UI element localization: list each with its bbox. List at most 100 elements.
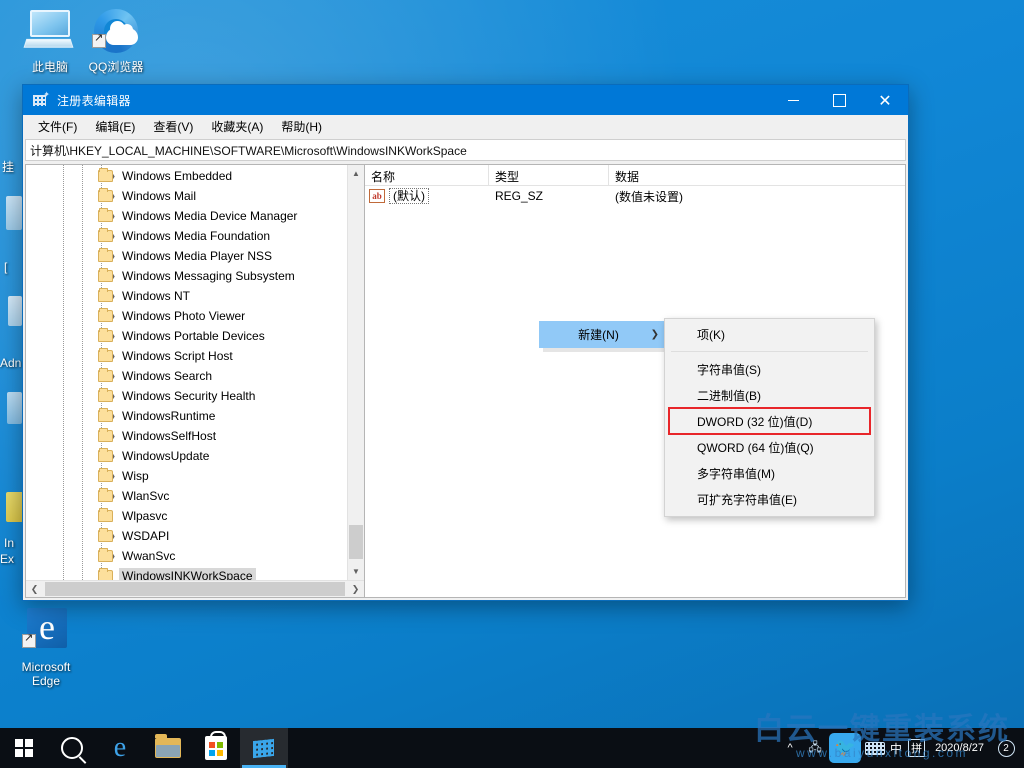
folder-icon xyxy=(98,350,113,362)
tree-item-label: Windows Media Device Manager xyxy=(119,208,300,224)
tree-item[interactable]: ❯Windows NT xyxy=(26,286,347,306)
tree-item[interactable]: ❯Windows Mail xyxy=(26,186,347,206)
clock[interactable]: 2020/8/27 xyxy=(927,742,992,755)
maximize-button[interactable] xyxy=(816,85,862,115)
desktop-icon-qq-browser[interactable]: QQ浏览器 xyxy=(78,8,154,74)
microsoft-edge-icon: e xyxy=(20,608,72,656)
ime-indicator[interactable]: 中 拼 xyxy=(863,739,927,757)
tree-item[interactable]: ❯Windows Embedded xyxy=(26,166,347,186)
tree-item[interactable]: ❯Windows Portable Devices xyxy=(26,326,347,346)
table-row[interactable]: ab (默认) REG_SZ (数值未设置) xyxy=(365,186,905,206)
column-header-name[interactable]: 名称 xyxy=(365,165,489,185)
registry-tree[interactable]: ❯Windows Embedded❯Windows Mail❯Windows M… xyxy=(26,165,347,580)
context-menu-item-new[interactable]: 新建(N) ❯ xyxy=(539,321,668,348)
menubar: 文件(F) 编辑(E) 查看(V) 收藏夹(A) 帮助(H) xyxy=(23,115,908,139)
folder-icon xyxy=(98,570,113,580)
tree-item-label: Windows Messaging Subsystem xyxy=(119,268,298,284)
folder-icon xyxy=(98,450,113,462)
context-menu-item[interactable]: DWORD (32 位)值(D) xyxy=(669,408,870,434)
scroll-left-icon[interactable]: ❮ xyxy=(26,581,43,597)
menu-file[interactable]: 文件(F) xyxy=(29,115,86,138)
show-hidden-icons-button[interactable]: ^ xyxy=(777,742,803,754)
value-data-cell: (数值未设置) xyxy=(609,188,905,205)
context-menu-item[interactable]: 二进制值(B) xyxy=(665,382,874,408)
file-explorer-button[interactable] xyxy=(144,728,192,768)
menu-favorites[interactable]: 收藏夹(A) xyxy=(202,115,272,138)
taskbar: e ^ 🖧 🐦 中 拼 2020/8/27 2 xyxy=(0,728,1024,768)
chevron-right-icon: ❯ xyxy=(651,329,659,340)
context-menu-item[interactable]: 多字符串值(M) xyxy=(665,460,874,486)
tree-item[interactable]: ❯Windows Script Host xyxy=(26,346,347,366)
tree-item-label: Windows Portable Devices xyxy=(119,328,268,344)
start-button[interactable] xyxy=(0,728,48,768)
close-button[interactable]: ✕ xyxy=(862,85,908,115)
tree-item[interactable]: ❯WlanSvc xyxy=(26,486,347,506)
minimize-button[interactable] xyxy=(770,85,816,115)
occluded-icon-label-4: In xyxy=(4,536,14,550)
desktop-icon-label: 此电脑 xyxy=(12,60,88,74)
tree-item[interactable]: Wlpasvc xyxy=(26,506,347,526)
hscroll-track[interactable] xyxy=(43,581,347,597)
column-header-data[interactable]: 数据 xyxy=(609,165,905,185)
context-submenu-new[interactable]: 项(K) 字符串值(S)二进制值(B)DWORD (32 位)值(D)QWORD … xyxy=(664,318,875,517)
tree-item-label: Windows Media Player NSS xyxy=(119,248,275,264)
tree-item[interactable]: ❯Windows Photo Viewer xyxy=(26,306,347,326)
network-icon[interactable]: 🖧 xyxy=(803,738,827,759)
folder-icon xyxy=(98,490,113,502)
tree-item-label: Windows NT xyxy=(119,288,193,304)
menu-view[interactable]: 查看(V) xyxy=(144,115,202,138)
notification-center-button[interactable]: 2 xyxy=(992,740,1020,757)
column-header-type[interactable]: 类型 xyxy=(489,165,609,185)
context-menu-item-label: 项(K) xyxy=(697,326,725,343)
folder-icon xyxy=(98,310,113,322)
tree-item[interactable]: WindowsINKWorkSpace xyxy=(26,566,347,580)
tree-item[interactable]: ❯WindowsUpdate xyxy=(26,446,347,466)
address-bar[interactable]: 计算机\HKEY_LOCAL_MACHINE\SOFTWARE\Microsof… xyxy=(25,139,906,161)
tree-item[interactable]: ❯WwanSvc xyxy=(26,546,347,566)
occluded-icon-label-2: [ xyxy=(4,260,7,274)
tree-item[interactable]: ❯Windows Media Foundation xyxy=(26,226,347,246)
microsoft-store-button[interactable] xyxy=(192,728,240,768)
value-name-cell[interactable]: ab (默认) xyxy=(365,188,489,204)
tree-vertical-scrollbar[interactable]: ▲ ▼ xyxy=(347,165,364,580)
context-menu-item[interactable]: 可扩充字符串值(E) xyxy=(665,486,874,512)
vscroll-thumb[interactable] xyxy=(349,525,363,559)
scroll-down-icon[interactable]: ▼ xyxy=(348,563,364,580)
tree-item[interactable]: ❯WindowsRuntime xyxy=(26,406,347,426)
edge-taskbar-button[interactable]: e xyxy=(96,728,144,768)
desktop-icon-microsoft-edge[interactable]: e Microsoft Edge xyxy=(8,608,84,688)
folder-icon xyxy=(98,550,113,562)
tree-item[interactable]: ❯Windows Messaging Subsystem xyxy=(26,266,347,286)
windows-logo-icon xyxy=(15,739,33,757)
tree-item[interactable]: ❯Windows Security Health xyxy=(26,386,347,406)
ime-mode-label: 中 xyxy=(890,740,902,757)
registry-editor-taskbar-button[interactable] xyxy=(240,728,288,768)
twitter-icon[interactable]: 🐦 xyxy=(829,733,861,763)
window-titlebar[interactable]: ✦ 注册表编辑器 ✕ xyxy=(23,85,908,115)
value-type-cell: REG_SZ xyxy=(489,189,609,203)
context-menu-item[interactable]: QWORD (64 位)值(Q) xyxy=(665,434,874,460)
desktop-icon-this-pc[interactable]: 此电脑 xyxy=(12,8,88,74)
scroll-right-icon[interactable]: ❯ xyxy=(347,581,364,597)
tree-item[interactable]: ❯Windows Media Device Manager xyxy=(26,206,347,226)
menu-edit[interactable]: 编辑(E) xyxy=(86,115,144,138)
tree-item[interactable]: ❯Wisp xyxy=(26,466,347,486)
occluded-icon-shape-3 xyxy=(7,392,22,424)
folder-icon xyxy=(98,530,113,542)
tree-item[interactable]: ❯WSDAPI xyxy=(26,526,347,546)
tree-item[interactable]: ❯Windows Search xyxy=(26,366,347,386)
vscroll-track[interactable] xyxy=(348,182,364,563)
hscroll-thumb[interactable] xyxy=(45,582,345,596)
tree-item[interactable]: ❯WindowsSelfHost xyxy=(26,426,347,446)
context-menu-item[interactable]: 项(K) xyxy=(665,321,874,347)
scroll-up-icon[interactable]: ▲ xyxy=(348,165,364,182)
tree-horizontal-scrollbar[interactable]: ❮ ❯ xyxy=(26,580,364,597)
folder-icon xyxy=(98,230,113,242)
tree-item-label: WindowsINKWorkSpace xyxy=(119,568,256,580)
tree-item[interactable]: ❯Windows Media Player NSS xyxy=(26,246,347,266)
search-button[interactable] xyxy=(48,728,96,768)
context-menu-item[interactable]: 字符串值(S) xyxy=(665,356,874,382)
menu-help[interactable]: 帮助(H) xyxy=(272,115,331,138)
ime-pinyin-label: 拼 xyxy=(908,739,925,757)
tree-item-label: Windows Script Host xyxy=(119,348,236,364)
